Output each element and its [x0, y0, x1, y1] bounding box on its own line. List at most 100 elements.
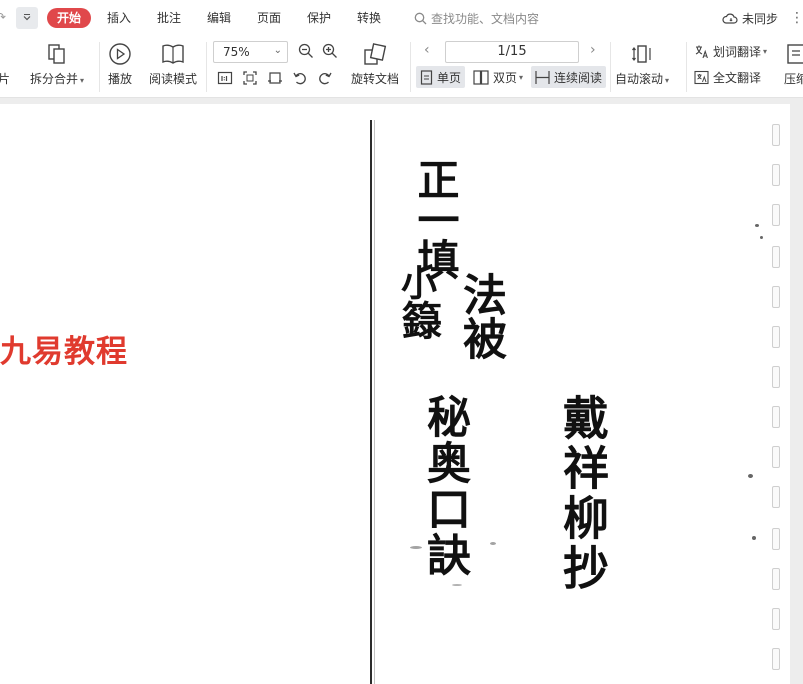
- page-edge-mark: [772, 528, 780, 550]
- page-fold-shadow: [374, 120, 375, 684]
- play-button[interactable]: 播放: [108, 42, 132, 87]
- page-edge-mark: [772, 286, 780, 308]
- continuous-reading-icon: [535, 70, 550, 84]
- full-translate-icon: [694, 70, 709, 85]
- auto-scroll-label: 自动滚动: [615, 72, 664, 86]
- rotate-document-button[interactable]: 旋转文档: [351, 42, 399, 87]
- partial-tool-button[interactable]: 片: [0, 70, 10, 87]
- divider: [610, 42, 611, 92]
- page-edge-mark: [772, 366, 780, 388]
- scan-speck: [410, 546, 422, 549]
- zoom-out-icon[interactable]: [297, 42, 315, 60]
- double-page-button[interactable]: 双页 ▾: [469, 66, 527, 88]
- fit-page-icon[interactable]: [241, 69, 259, 87]
- tab-annotate[interactable]: 批注: [157, 0, 181, 36]
- search-placeholder: 查找功能、文档内容: [431, 11, 540, 26]
- next-page-icon[interactable]: ›: [590, 42, 596, 58]
- divider: [206, 42, 207, 92]
- chevron-down-icon: ⌄: [273, 45, 282, 56]
- caret-down-icon: ▾: [80, 76, 85, 85]
- page-fold-line: [370, 120, 372, 684]
- tab-page[interactable]: 页面: [257, 0, 281, 36]
- chevron-down-icon: [23, 14, 31, 21]
- page-edge-mark: [772, 246, 780, 268]
- split-merge-icon: [48, 44, 65, 64]
- rotate-document-icon: [364, 43, 387, 65]
- search-icon: [414, 12, 427, 24]
- actual-size-icon[interactable]: [216, 69, 234, 87]
- split-merge-button[interactable]: 拆分合并 ▾: [30, 42, 84, 87]
- rotate-right-icon[interactable]: [316, 69, 334, 87]
- quick-access-dropdown[interactable]: [16, 7, 38, 29]
- calligraphy-title-col2-bottom: 籙: [395, 300, 442, 340]
- more-icon[interactable]: ⋮: [790, 10, 803, 26]
- page-edge-mark: [772, 326, 780, 348]
- double-page-label: 双页: [493, 70, 518, 85]
- single-page-icon: [420, 69, 433, 85]
- scan-speck: [760, 236, 763, 239]
- fit-width-icon[interactable]: [266, 69, 284, 87]
- page-indicator: 1/15: [497, 44, 527, 59]
- auto-scroll-icon: [632, 45, 651, 63]
- tab-convert[interactable]: 转换: [357, 0, 381, 36]
- tab-home[interactable]: 开始: [47, 8, 92, 28]
- prev-page-icon[interactable]: ‹: [424, 42, 430, 58]
- cloud-icon: [722, 13, 738, 24]
- translate-icon: [695, 45, 708, 59]
- divider: [410, 42, 411, 92]
- page-number-input[interactable]: 1/15: [445, 41, 579, 63]
- double-page-icon: [473, 69, 489, 85]
- calligraphy-title-col2-top: 小: [395, 264, 437, 300]
- calligraphy-title-col1: 正一填: [411, 158, 460, 278]
- continuous-reading-label: 连续阅读: [554, 70, 603, 85]
- tab-edit[interactable]: 编辑: [207, 0, 231, 36]
- split-merge-label: 拆分合并: [30, 72, 79, 86]
- redo-icon[interactable]: ↷: [0, 10, 10, 24]
- partial-tool-label: 片: [0, 72, 11, 86]
- scan-speck: [490, 542, 496, 545]
- page-edge-mark: [772, 568, 780, 590]
- word-translate-label: 划词翻译: [713, 45, 762, 59]
- reading-mode-label: 阅读模式: [149, 72, 198, 86]
- word-translate-button[interactable]: 划词翻译 ▾: [694, 43, 767, 60]
- scan-speck: [452, 584, 462, 586]
- zoom-in-icon[interactable]: [321, 42, 339, 60]
- rotate-left-icon[interactable]: [291, 69, 309, 87]
- auto-scroll-button[interactable]: 自动滚动 ▾: [615, 42, 669, 87]
- caret-down-icon: ▾: [665, 76, 670, 85]
- scan-speck: [748, 474, 753, 478]
- reading-mode-button[interactable]: 阅读模式: [149, 42, 197, 87]
- full-translate-button[interactable]: 全文翻译: [694, 69, 761, 86]
- compress-icon: [787, 44, 803, 64]
- sync-status-button[interactable]: 未同步: [722, 10, 778, 27]
- page-edge-mark: [772, 406, 780, 428]
- sync-status-label: 未同步: [742, 12, 779, 26]
- watermark-text: 九易教程: [0, 334, 128, 370]
- caret-down-icon: ▾: [519, 72, 524, 82]
- continuous-reading-button[interactable]: 连续阅读: [531, 66, 607, 88]
- single-page-button[interactable]: 单页: [416, 66, 466, 88]
- page-edge-mark: [772, 124, 780, 146]
- rotate-document-label: 旋转文档: [351, 72, 400, 86]
- divider: [99, 42, 100, 92]
- page-edge-mark: [772, 648, 780, 670]
- tab-insert[interactable]: 插入: [107, 0, 131, 36]
- document-viewport[interactable]: 九易教程 正一填 小 籙 法被 秘奥口訣 戴祥柳抄: [0, 98, 803, 684]
- caret-down-icon: ▾: [763, 47, 768, 56]
- menu-bar: ↷ 开始 插入 批注 编辑 页面 保护 转换 查找功能、文档内容 未同步 ⋮: [0, 0, 803, 36]
- page-edge-mark: [772, 164, 780, 186]
- page-edge-mark: [772, 204, 780, 226]
- tab-protect[interactable]: 保护: [307, 0, 331, 36]
- divider: [686, 42, 687, 92]
- compress-button[interactable]: 压缩: [784, 42, 803, 87]
- page-edge-mark: [772, 608, 780, 630]
- zoom-value: 75%: [223, 45, 250, 59]
- scan-speck: [752, 536, 756, 540]
- search-box[interactable]: 查找功能、文档内容: [414, 10, 539, 26]
- zoom-select[interactable]: 75% ⌄: [213, 41, 288, 63]
- calligraphy-author-column: 戴祥柳抄: [556, 394, 610, 594]
- document-page: 九易教程 正一填 小 籙 法被 秘奥口訣 戴祥柳抄: [0, 104, 790, 684]
- calligraphy-main-column: 秘奥口訣: [419, 394, 470, 578]
- book-icon: [162, 44, 184, 64]
- play-label: 播放: [108, 72, 133, 86]
